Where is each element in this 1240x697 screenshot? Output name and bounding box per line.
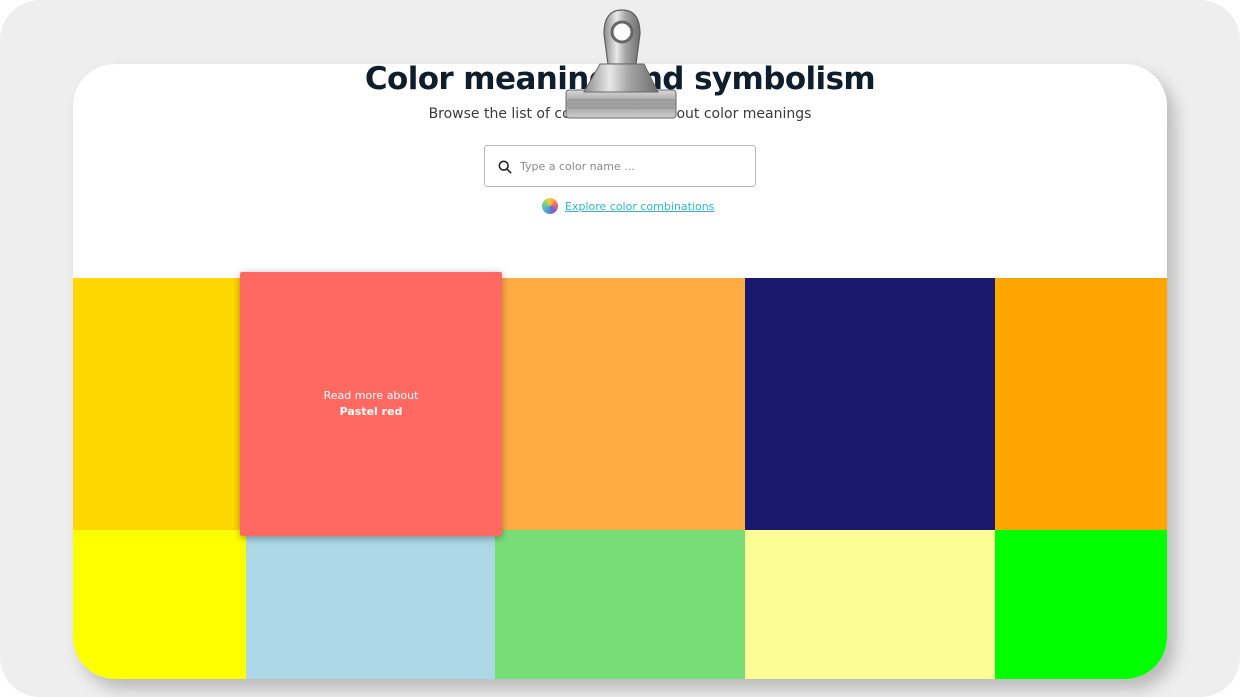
color-wheel-icon <box>542 198 558 214</box>
hover-color-name: Pastel red <box>339 405 403 418</box>
color-tile-orange-peel[interactable] <box>995 278 1167 530</box>
search-icon <box>498 160 512 174</box>
search-input[interactable] <box>520 146 745 186</box>
hover-read-more-label: Read more about <box>323 389 419 402</box>
color-tile-midnight-blue[interactable] <box>745 278 995 530</box>
color-tile-orange[interactable] <box>495 278 745 530</box>
color-tile-hover-pastel-red[interactable]: Read more about Pastel red <box>240 272 502 536</box>
color-tile-pastel-green[interactable] <box>495 530 745 679</box>
color-grid <box>73 278 1167 679</box>
explore-combinations-link[interactable]: Explore color combinations <box>542 198 714 214</box>
color-tile-pastel-yellow[interactable] <box>745 530 995 679</box>
color-tile-lime[interactable] <box>995 530 1167 679</box>
explore-combinations-label[interactable]: Explore color combinations <box>565 200 714 213</box>
color-tile-light-blue[interactable] <box>246 530 495 679</box>
color-tile-gold[interactable] <box>73 278 246 530</box>
binder-clip-icon <box>565 9 677 119</box>
page-card: Color meaning and symbolism Browse the l… <box>73 64 1167 679</box>
search-box[interactable] <box>484 145 756 187</box>
color-tile-yellow[interactable] <box>73 530 246 679</box>
